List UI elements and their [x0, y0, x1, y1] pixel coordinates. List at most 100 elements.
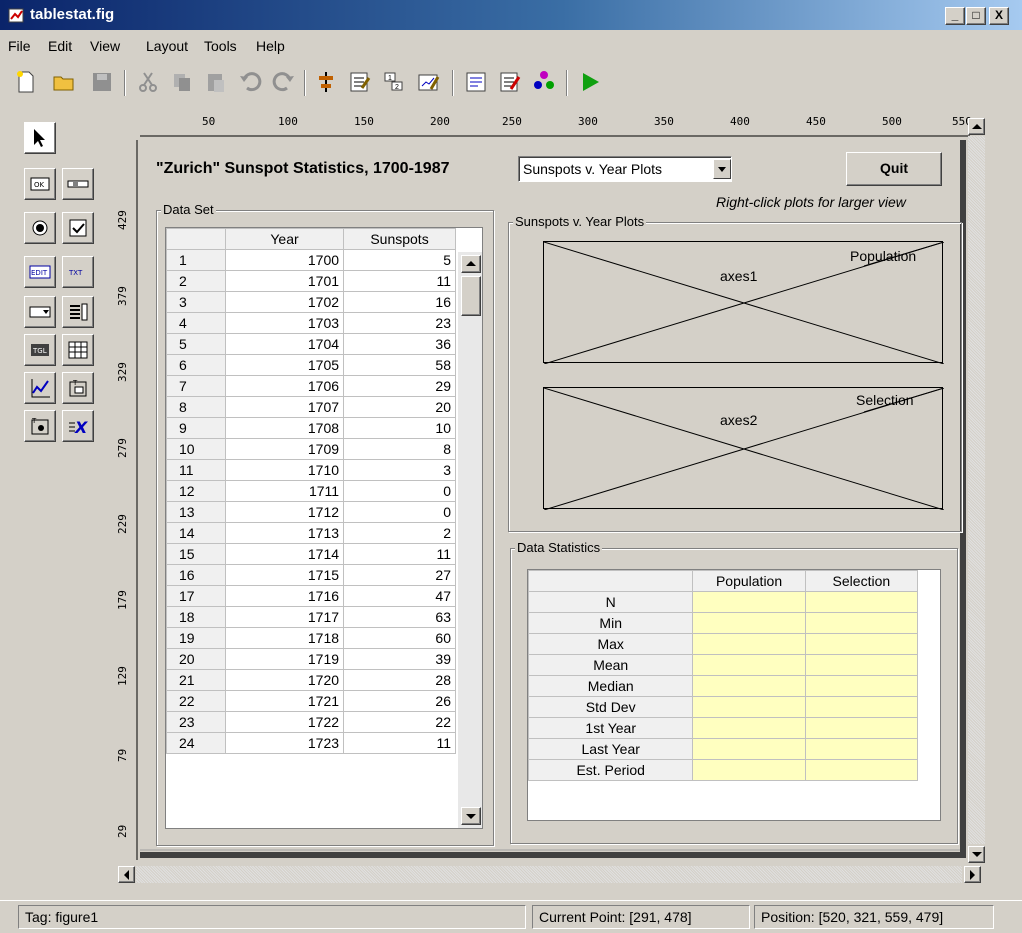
population-cell[interactable]: [692, 759, 806, 781]
panel-icon[interactable]: T: [62, 372, 94, 404]
stats-row[interactable]: Max: [528, 633, 919, 655]
menu-view[interactable]: View: [90, 38, 120, 54]
paste-icon[interactable]: [204, 70, 228, 94]
table-row[interactable]: 14 1713 2: [166, 522, 456, 544]
run-icon[interactable]: [578, 70, 602, 94]
canvas-hscroll-track[interactable]: [136, 866, 962, 883]
align-icon[interactable]: [314, 70, 338, 94]
open-folder-icon[interactable]: [52, 70, 76, 94]
population-cell[interactable]: [692, 675, 806, 697]
copy-icon[interactable]: [170, 70, 194, 94]
selection-cell[interactable]: [804, 633, 919, 655]
selection-cell[interactable]: [804, 738, 919, 760]
sunspots-cell[interactable]: 11: [343, 270, 456, 292]
selection-cell[interactable]: [804, 717, 919, 739]
new-file-icon[interactable]: [14, 70, 38, 94]
year-cell[interactable]: 1720: [225, 669, 345, 691]
table-row[interactable]: 10 1709 8: [166, 438, 456, 460]
scroll-thumb[interactable]: [461, 276, 481, 316]
sunspots-cell[interactable]: 11: [343, 543, 456, 565]
table-row[interactable]: 1 1700 5: [166, 249, 456, 271]
table-row[interactable]: 20 1719 39: [166, 648, 456, 670]
scroll-up-button[interactable]: [461, 255, 481, 273]
stats-row[interactable]: Min: [528, 612, 919, 634]
year-cell[interactable]: 1722: [225, 711, 345, 733]
table-row[interactable]: 9 1708 10: [166, 417, 456, 439]
column-header-selection[interactable]: Selection: [804, 570, 919, 592]
edit-text-icon[interactable]: EDIT: [24, 256, 56, 288]
year-cell[interactable]: 1718: [225, 627, 345, 649]
sunspots-cell[interactable]: 23: [343, 312, 456, 334]
canvas-scroll-right[interactable]: [964, 866, 981, 883]
radio-button-icon[interactable]: [24, 212, 56, 244]
push-button-icon[interactable]: OK: [24, 168, 56, 200]
selection-cell[interactable]: [804, 696, 919, 718]
stats-table[interactable]: Population Selection N Min Max Mean Median St…: [527, 569, 941, 821]
population-cell[interactable]: [692, 633, 806, 655]
sunspots-cell[interactable]: 29: [343, 375, 456, 397]
table-row[interactable]: 19 1718 60: [166, 627, 456, 649]
year-cell[interactable]: 1711: [225, 480, 345, 502]
selection-cell[interactable]: [804, 612, 919, 634]
sunspots-cell[interactable]: 26: [343, 690, 456, 712]
year-cell[interactable]: 1713: [225, 522, 345, 544]
sunspots-cell[interactable]: 22: [343, 711, 456, 733]
table-row[interactable]: 16 1715 27: [166, 564, 456, 586]
year-cell[interactable]: 1719: [225, 648, 345, 670]
year-cell[interactable]: 1708: [225, 417, 345, 439]
data-table[interactable]: Year Sunspots 1 1700 5 2 1701 11 3 1702 16 4 1703 2…: [165, 227, 483, 829]
canvas-scroll-down[interactable]: [968, 846, 985, 863]
year-cell[interactable]: 1710: [225, 459, 345, 481]
quit-button[interactable]: Quit: [846, 152, 942, 186]
toggle-button-icon[interactable]: TGL: [24, 334, 56, 366]
year-cell[interactable]: 1709: [225, 438, 345, 460]
menu-file[interactable]: File: [8, 38, 31, 54]
selection-cell[interactable]: [804, 654, 919, 676]
table-row[interactable]: 4 1703 23: [166, 312, 456, 334]
sunspots-cell[interactable]: 20: [343, 396, 456, 418]
sunspots-cell[interactable]: 5: [343, 249, 456, 271]
sunspots-cell[interactable]: 8: [343, 438, 456, 460]
year-cell[interactable]: 1707: [225, 396, 345, 418]
cut-icon[interactable]: [136, 70, 160, 94]
plot-type-popup[interactable]: Sunspots v. Year Plots: [518, 156, 732, 182]
year-cell[interactable]: 1705: [225, 354, 345, 376]
sunspots-cell[interactable]: 36: [343, 333, 456, 355]
table-row[interactable]: 24 1723 11: [166, 732, 456, 754]
population-cell[interactable]: [692, 696, 806, 718]
stats-row[interactable]: Std Dev: [528, 696, 919, 718]
column-header-sunspots[interactable]: Sunspots: [343, 228, 456, 250]
menu-tools[interactable]: Tools: [204, 38, 237, 54]
select-arrow-icon[interactable]: [24, 122, 56, 154]
year-cell[interactable]: 1702: [225, 291, 345, 313]
sunspots-cell[interactable]: 2: [343, 522, 456, 544]
table-row[interactable]: 6 1705 58: [166, 354, 456, 376]
stats-row[interactable]: 1st Year: [528, 717, 919, 739]
sunspots-cell[interactable]: 39: [343, 648, 456, 670]
table-scrollbar[interactable]: [458, 252, 482, 828]
population-cell[interactable]: [692, 612, 806, 634]
checkbox-icon[interactable]: [62, 212, 94, 244]
sunspots-cell[interactable]: 3: [343, 459, 456, 481]
table-row[interactable]: 17 1716 47: [166, 585, 456, 607]
canvas-vscroll-track[interactable]: [968, 136, 985, 844]
redo-icon[interactable]: [272, 70, 296, 94]
axes-icon[interactable]: [24, 372, 56, 404]
stats-row[interactable]: Last Year: [528, 738, 919, 760]
table-row[interactable]: 13 1712 0: [166, 501, 456, 523]
property-inspector-icon[interactable]: [498, 70, 522, 94]
sunspots-cell[interactable]: 28: [343, 669, 456, 691]
sunspots-cell[interactable]: 16: [343, 291, 456, 313]
sunspots-cell[interactable]: 27: [343, 564, 456, 586]
menu-editor-icon[interactable]: [348, 70, 372, 94]
undo-icon[interactable]: [238, 70, 262, 94]
stats-row[interactable]: Median: [528, 675, 919, 697]
menu-edit[interactable]: Edit: [48, 38, 72, 54]
table-row[interactable]: 21 1720 28: [166, 669, 456, 691]
column-header-year[interactable]: Year: [225, 228, 345, 250]
table-row[interactable]: 5 1704 36: [166, 333, 456, 355]
sunspots-cell[interactable]: 58: [343, 354, 456, 376]
menu-layout[interactable]: Layout: [146, 38, 188, 54]
table-row[interactable]: 8 1707 20: [166, 396, 456, 418]
population-cell[interactable]: [692, 591, 806, 613]
